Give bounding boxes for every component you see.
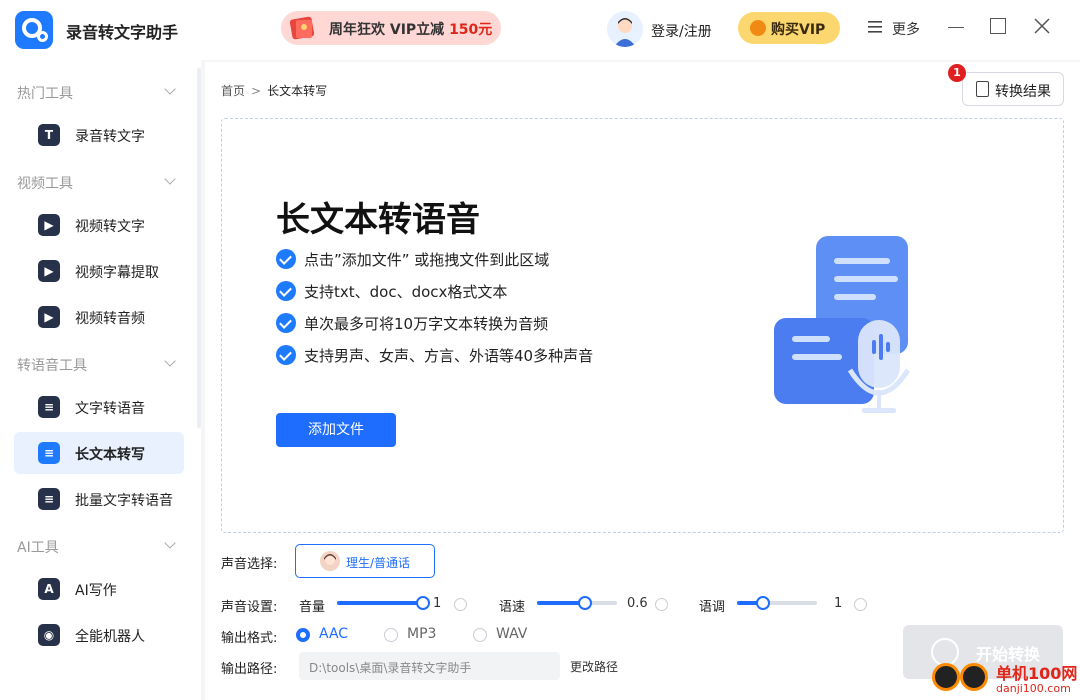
output-path-field[interactable]: D:\tools\桌面\录音转文字助手 xyxy=(299,652,560,680)
app-logo-icon xyxy=(15,11,53,49)
minimize-button[interactable] xyxy=(948,27,964,28)
sidebar-section-hot-tools[interactable]: 热门工具 xyxy=(17,83,73,103)
sidebar-item-audio-to-text[interactable]: T 录音转文字 xyxy=(14,114,184,156)
menu-icon[interactable] xyxy=(868,20,882,34)
speed-label: 语速 xyxy=(499,600,526,615)
reset-icon[interactable] xyxy=(454,598,467,611)
check-circle-icon xyxy=(276,345,296,365)
sidebar-item-ai-writing[interactable]: A AI写作 xyxy=(14,568,184,610)
voice-select-label: 声音选择: xyxy=(221,557,278,572)
format-radio-mp3[interactable] xyxy=(384,628,398,642)
output-path-label: 输出路径: xyxy=(221,662,278,677)
sidebar-item-robot[interactable]: ◉ 全能机器人 xyxy=(14,614,184,656)
sidebar-section-speech-tools[interactable]: 转语音工具 xyxy=(17,355,87,375)
text-icon: T xyxy=(38,124,60,146)
sound-settings-label: 声音设置: xyxy=(221,600,278,615)
waveform-icon: ≡ xyxy=(38,396,60,418)
robot-icon: ◉ xyxy=(38,624,60,646)
format-label-wav[interactable]: WAV xyxy=(496,626,527,642)
ai-writing-icon: A xyxy=(38,578,60,600)
breadcrumb-current: 长文本转写 xyxy=(267,84,328,98)
document-icon xyxy=(976,81,989,97)
volume-value: 1 xyxy=(433,596,442,611)
check-circle-icon xyxy=(276,313,296,333)
output-format-label: 输出格式: xyxy=(221,631,278,646)
red-envelope-icon xyxy=(289,16,315,40)
pitch-value: 1 xyxy=(834,596,843,611)
reset-icon[interactable] xyxy=(655,598,668,611)
format-label-aac[interactable]: AAC xyxy=(319,626,348,642)
speed-slider[interactable] xyxy=(537,596,617,610)
watermark-logo: 单机100网 danji100.com xyxy=(930,660,1080,700)
sidebar-item-subtitle-extract[interactable]: ▶ 视频字幕提取 xyxy=(14,250,184,292)
check-circle-icon xyxy=(276,249,296,269)
format-radio-wav[interactable] xyxy=(473,628,487,642)
sidebar-item-video-to-text[interactable]: ▶ 视频转文字 xyxy=(14,204,184,246)
pitch-slider[interactable] xyxy=(737,596,817,610)
format-label-mp3[interactable]: MP3 xyxy=(407,626,436,642)
slider-thumb[interactable] xyxy=(756,596,770,610)
buy-vip-button[interactable]: 购买VIP xyxy=(738,12,840,44)
volume-label: 音量 xyxy=(299,600,326,615)
sidebar-item-batch-tts[interactable]: ≡ 批量文字转语音 xyxy=(14,478,184,520)
sidebar-item-long-text[interactable]: ≡ 长文本转写 xyxy=(14,432,184,474)
reset-icon[interactable] xyxy=(854,598,867,611)
document-microphone-illustration xyxy=(774,236,911,413)
promo-amount: 150元 xyxy=(449,22,493,38)
more-menu-button[interactable]: 更多 xyxy=(892,19,920,39)
document-icon: ≡ xyxy=(38,442,60,464)
pitch-label: 语调 xyxy=(699,600,726,615)
sidebar-item-text-to-speech[interactable]: ≡ 文字转语音 xyxy=(14,386,184,428)
breadcrumb-home[interactable]: 首页 xyxy=(221,84,245,98)
format-radio-aac[interactable] xyxy=(296,628,310,642)
promo-banner[interactable]: 周年狂欢 VIP立减 150元 xyxy=(281,11,501,45)
slider-thumb[interactable] xyxy=(578,596,592,610)
video-icon: ▶ xyxy=(38,260,60,282)
sidebar-section-ai-tools[interactable]: AI工具 xyxy=(17,537,59,557)
volume-slider[interactable] xyxy=(337,596,430,610)
slider-thumb[interactable] xyxy=(416,596,430,610)
speed-value: 0.6 xyxy=(627,596,648,611)
video-icon: ▶ xyxy=(38,306,60,328)
promo-text: 周年狂欢 VIP立减 150元 xyxy=(329,22,493,38)
add-file-button[interactable]: 添加文件 xyxy=(276,413,396,447)
breadcrumb: 首页 > 长文本转写 xyxy=(221,84,328,98)
change-path-link[interactable]: 更改路径 xyxy=(570,658,618,675)
close-icon[interactable] xyxy=(1032,16,1052,36)
sidebar-item-video-to-audio[interactable]: ▶ 视频转音频 xyxy=(14,296,184,338)
page-title: 长文本转语音 xyxy=(276,200,480,240)
check-circle-icon xyxy=(276,281,296,301)
login-link[interactable]: 登录/注册 xyxy=(651,21,712,41)
voice-select-button[interactable]: 理生/普通话 xyxy=(295,544,435,578)
sidebar-section-video-tools[interactable]: 视频工具 xyxy=(17,173,73,193)
avatar xyxy=(320,551,340,571)
vip-crown-icon xyxy=(750,20,766,36)
app-title: 录音转文字助手 xyxy=(66,23,179,42)
waveform-icon: ≡ xyxy=(38,488,60,510)
title-bar: 录音转文字助手 周年狂欢 VIP立减 150元 登录/注册 购买VIP 更多 xyxy=(0,0,1080,60)
maximize-button[interactable] xyxy=(990,18,1006,34)
video-icon: ▶ xyxy=(38,214,60,236)
avatar[interactable] xyxy=(607,11,643,47)
notification-badge: 1 xyxy=(948,64,966,82)
conversion-results-button[interactable]: 转换结果 xyxy=(962,72,1064,106)
